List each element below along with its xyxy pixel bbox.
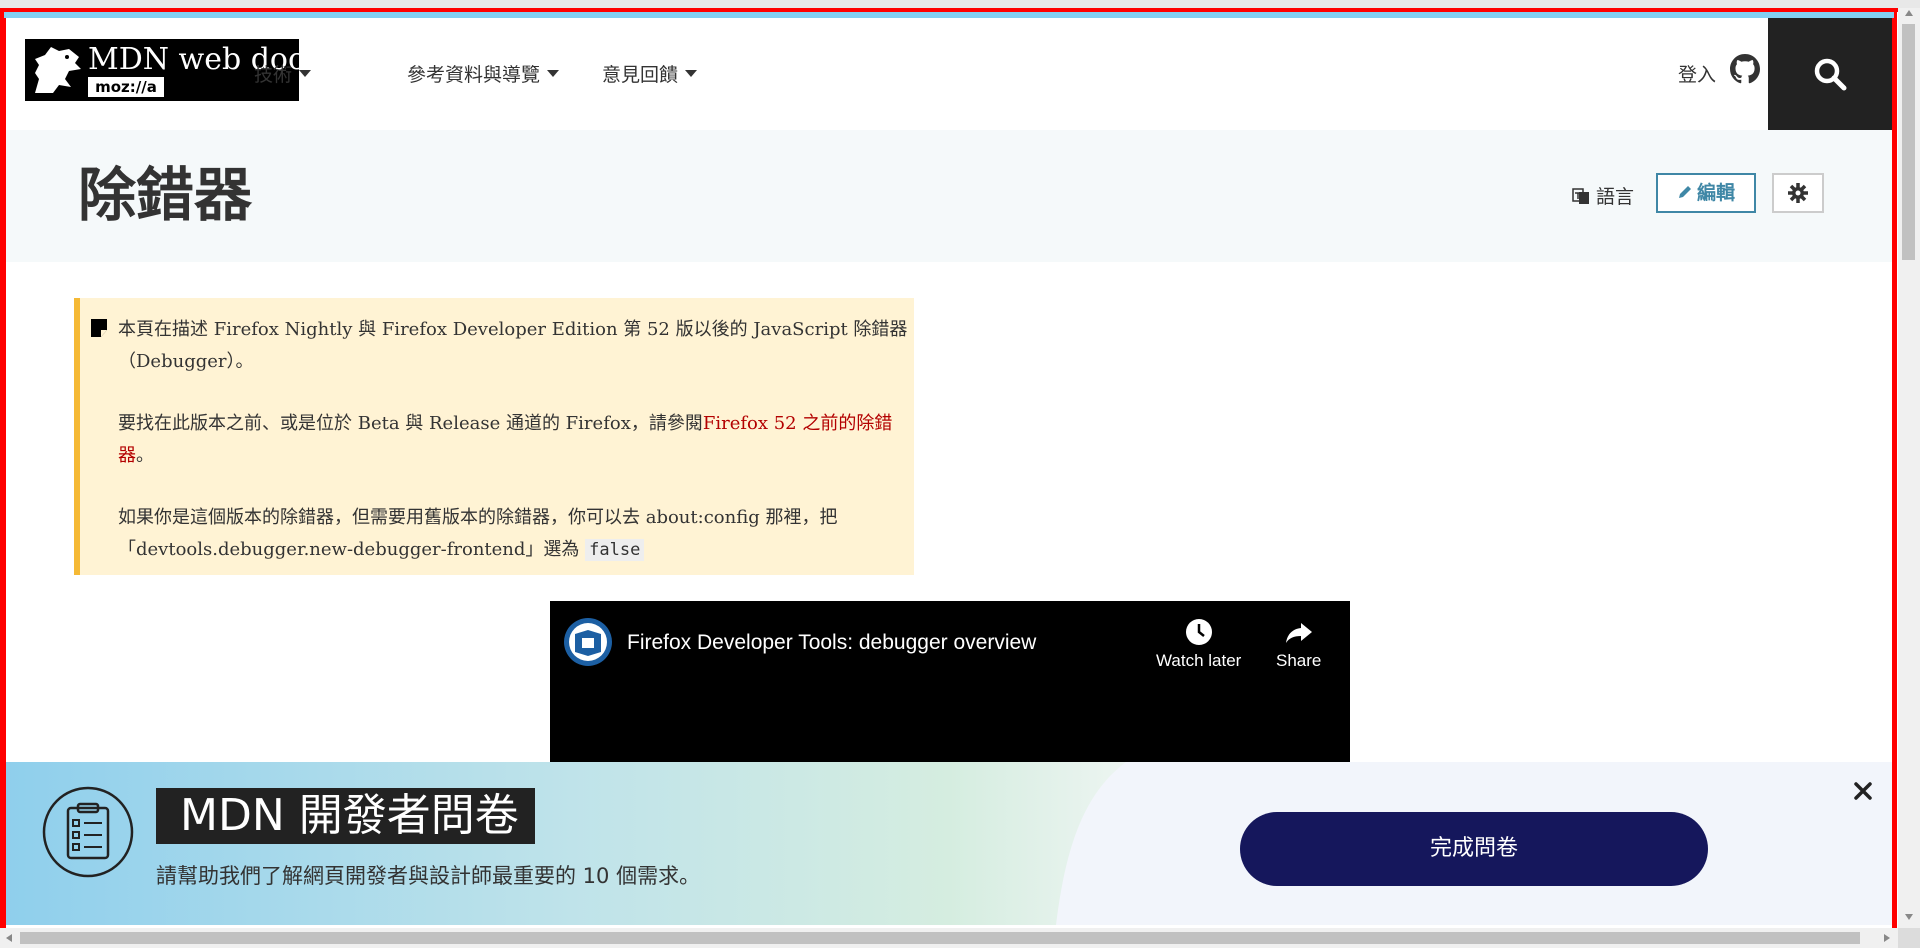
vertical-scroll-thumb[interactable] [1902, 24, 1915, 260]
complete-survey-button[interactable]: 完成問卷 [1240, 812, 1708, 886]
edit-button[interactable]: 編輯 [1656, 173, 1756, 213]
nav-technologies[interactable]: 技術 [254, 60, 312, 87]
video-title[interactable]: Firefox Developer Tools: debugger overvi… [627, 631, 1036, 655]
mozilla-wordmark: moz://a [88, 77, 164, 97]
note-box: 本頁在描述 Firefox Nightly 與 Firefox Develope… [74, 298, 914, 575]
scroll-down-arrow-icon[interactable] [1905, 914, 1913, 920]
language-label: 語言 [1596, 186, 1635, 208]
scroll-up-arrow-icon[interactable] [1905, 10, 1913, 16]
github-icon[interactable] [1730, 54, 1760, 84]
nav-label: 技術 [254, 64, 293, 86]
dinosaur-icon [35, 47, 81, 93]
search-icon [1814, 58, 1847, 91]
vertical-scrollbar[interactable] [1898, 8, 1920, 928]
watch-later-button[interactable]: Watch later [1156, 617, 1241, 671]
note-text: 。 [136, 445, 154, 466]
clipboard-icon [42, 786, 134, 878]
channel-avatar-icon[interactable] [564, 618, 612, 666]
browser-top-edge [0, 0, 1920, 8]
scroll-left-arrow-icon[interactable] [6, 934, 12, 942]
site-header: MDN web docs moz://a 技術 參考資料與導覽 意見回饋 登入 [6, 18, 1892, 130]
language-button[interactable]: 語言 [1572, 182, 1634, 209]
share-icon [1285, 623, 1312, 643]
nav-references-guides[interactable]: 參考資料與導覽 [407, 60, 560, 87]
caret-down-icon [299, 70, 312, 77]
share-button[interactable]: Share [1276, 617, 1321, 671]
note-text: 如果你是這個版本的除錯器，但需要用舊版本的除錯器，你可以去 about:conf… [118, 507, 838, 560]
note-paragraph-2: 要找在此版本之前、或是位於 Beta 與 Release 通道的 Firefox… [118, 408, 908, 472]
scroll-right-arrow-icon[interactable] [1884, 934, 1890, 942]
edit-label: 編輯 [1696, 182, 1735, 204]
survey-subtitle: 請幫助我們了解網頁開發者與設計師最重要的 10 個需求。 [156, 864, 701, 888]
pencil-icon [1678, 186, 1691, 198]
note-icon [91, 319, 107, 337]
inline-code: false [585, 539, 645, 561]
translate-icon [1572, 188, 1589, 204]
clock-icon [1185, 619, 1212, 645]
gear-icon [1788, 183, 1808, 203]
document-title-bar: 除錯器 語言 編輯 [6, 130, 1892, 262]
nav-label: 參考資料與導覽 [407, 64, 541, 86]
caret-down-icon [685, 70, 698, 77]
red-frame-right [1892, 8, 1897, 928]
nav-label: 意見回饋 [602, 64, 679, 86]
scrollbar-corner [1898, 928, 1920, 948]
sign-in-link[interactable]: 登入 [1678, 60, 1716, 87]
nav-feedback[interactable]: 意見回饋 [602, 60, 698, 87]
note-paragraph-3: 如果你是這個版本的除錯器，但需要用舊版本的除錯器，你可以去 about:conf… [118, 502, 908, 566]
note-text: 要找在此版本之前、或是位於 Beta 與 Release 通道的 Firefox… [118, 413, 703, 434]
youtube-video-embed[interactable]: Firefox Developer Tools: debugger overvi… [550, 601, 1350, 762]
settings-button[interactable] [1772, 173, 1824, 213]
horizontal-scroll-thumb[interactable] [20, 932, 1860, 944]
watch-later-label: Watch later [1156, 651, 1242, 670]
search-button[interactable] [1768, 18, 1892, 130]
share-label: Share [1276, 651, 1322, 670]
survey-banner: MDN 開發者問卷 請幫助我們了解網頁開發者與設計師最重要的 10 個需求。 完… [6, 762, 1892, 925]
horizontal-scrollbar[interactable] [0, 928, 1898, 948]
survey-title: MDN 開發者問卷 [156, 788, 535, 844]
page-title: 除錯器 [78, 161, 253, 229]
close-icon[interactable] [1852, 780, 1874, 802]
caret-down-icon [547, 70, 560, 77]
note-paragraph-1: 本頁在描述 Firefox Nightly 與 Firefox Develope… [118, 319, 908, 372]
